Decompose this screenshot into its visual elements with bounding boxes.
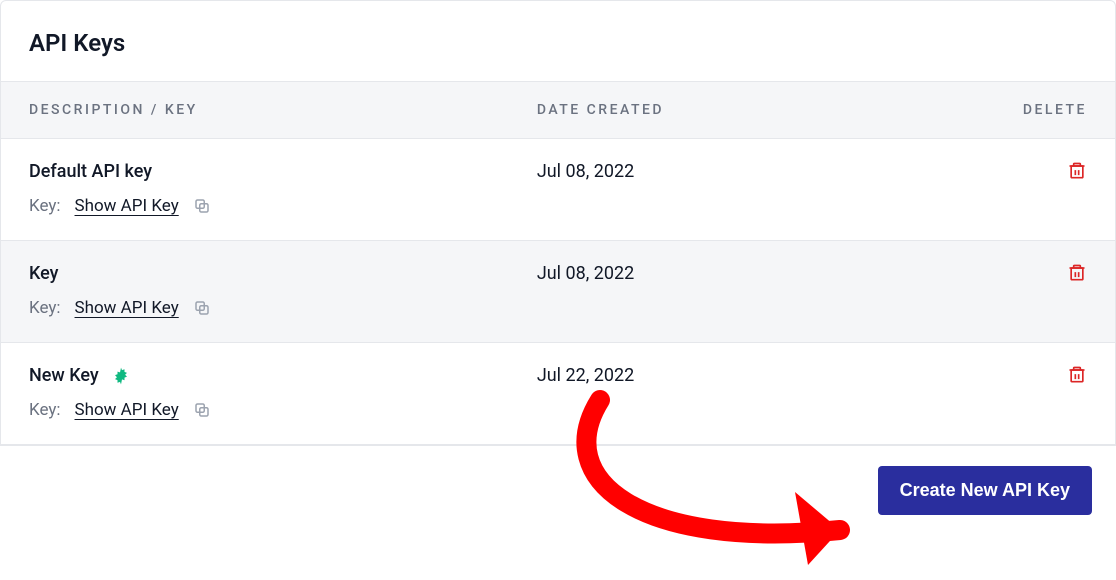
show-api-key-link[interactable]: Show API Key — [75, 196, 179, 216]
panel-header: API Keys — [1, 1, 1115, 82]
key-label: Key: — [29, 298, 61, 318]
show-api-key-link[interactable]: Show API Key — [75, 400, 179, 420]
copy-icon[interactable] — [193, 401, 211, 419]
key-name: Default API key — [29, 161, 211, 182]
column-header-description: DESCRIPTION / KEY — [29, 102, 537, 118]
table-header-row: DESCRIPTION / KEY DATE CREATED DELETE — [1, 82, 1115, 139]
copy-icon[interactable] — [193, 299, 211, 317]
show-api-key-link[interactable]: Show API Key — [75, 298, 179, 318]
date-created: Jul 08, 2022 — [537, 161, 634, 182]
key-label: Key: — [29, 400, 61, 420]
date-created: Jul 22, 2022 — [537, 365, 634, 386]
new-badge-icon — [111, 366, 131, 386]
footer-actions: Create New API Key — [0, 446, 1116, 535]
table-row: Key Key: Show API Key Jul 08, 2022 — [1, 241, 1115, 343]
key-name: Key — [29, 263, 211, 284]
copy-icon[interactable] — [193, 197, 211, 215]
key-name: New Key — [29, 365, 99, 386]
create-new-api-key-button[interactable]: Create New API Key — [878, 466, 1092, 515]
column-header-delete: DELETE — [939, 102, 1087, 118]
column-header-date: DATE CREATED — [537, 102, 939, 118]
date-created: Jul 08, 2022 — [537, 263, 634, 284]
api-keys-panel: API Keys DESCRIPTION / KEY DATE CREATED … — [0, 0, 1116, 446]
page-title: API Keys — [29, 29, 1087, 57]
trash-icon[interactable] — [939, 365, 1087, 385]
trash-icon[interactable] — [939, 161, 1087, 181]
table-row: New Key Key: Show API Key Jul 22, 2022 — [1, 343, 1115, 445]
trash-icon[interactable] — [939, 263, 1087, 283]
key-label: Key: — [29, 196, 61, 216]
table-row: Default API key Key: Show API Key Jul 08… — [1, 139, 1115, 241]
